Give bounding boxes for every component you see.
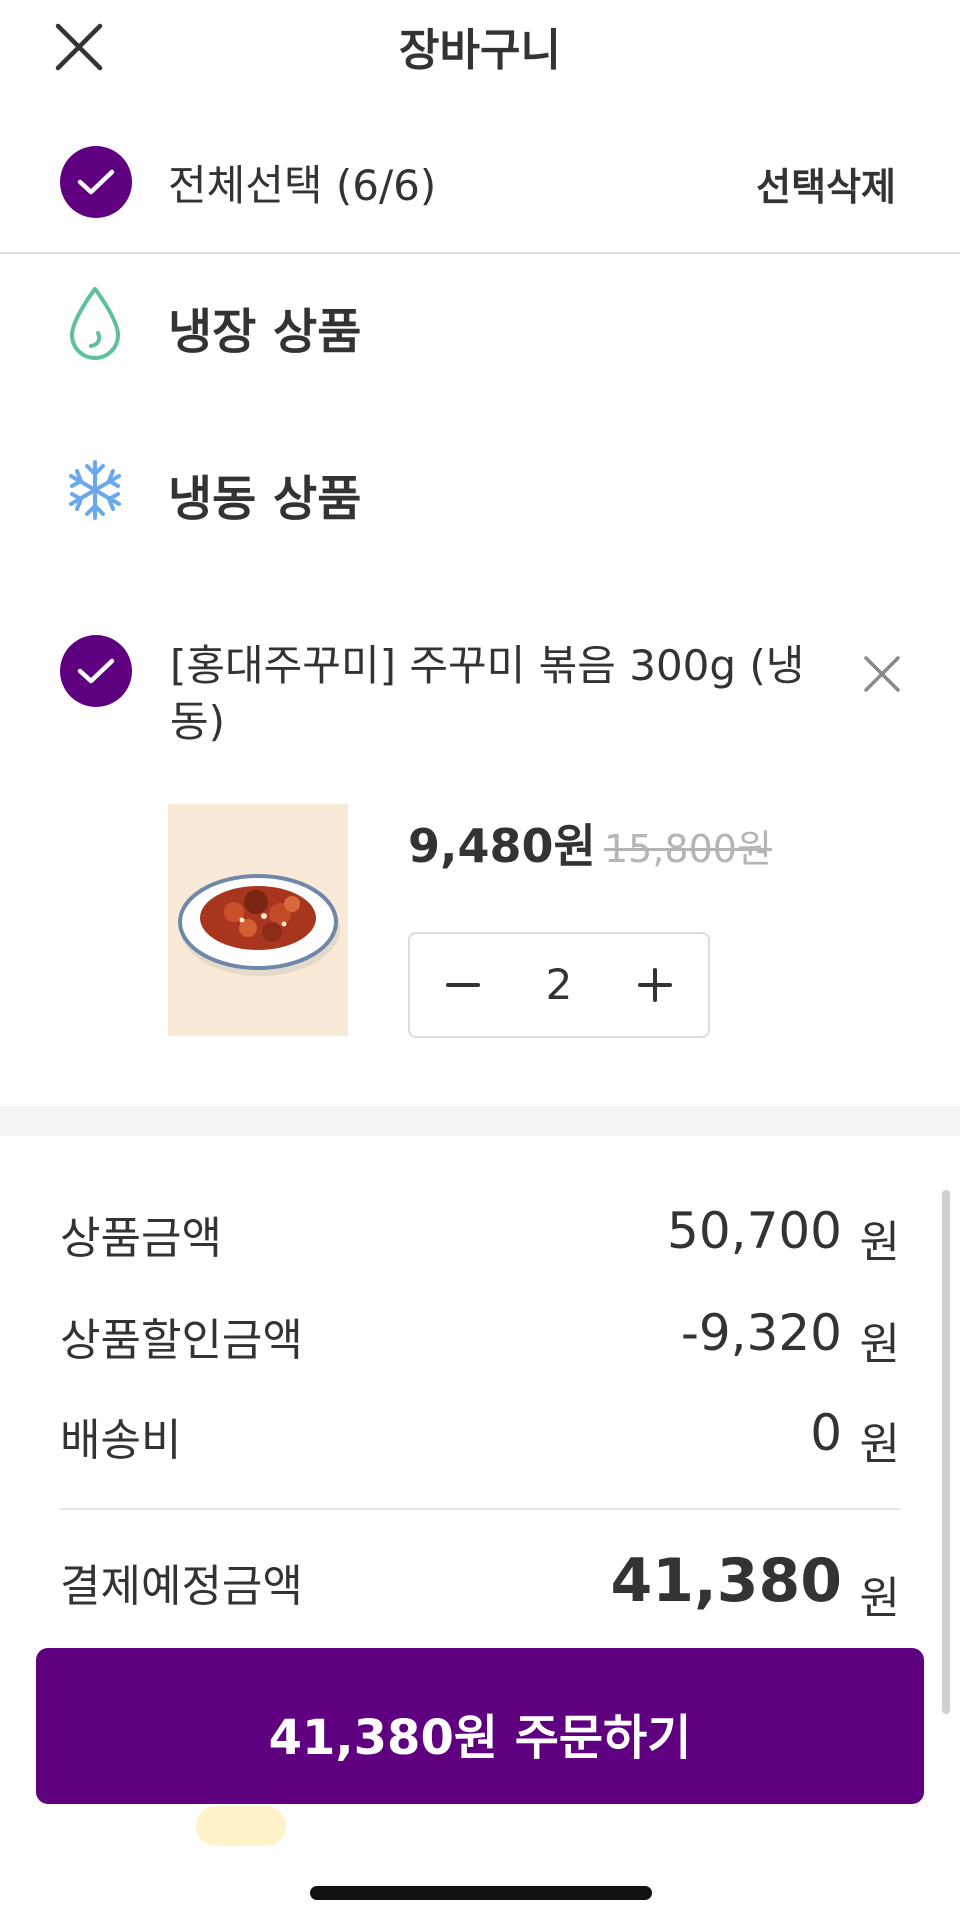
summary-total: 결제예정금액 41,380 원 bbox=[60, 1546, 900, 1624]
cart-page: 장바구니 전체선택 (6/6) 선택삭제 냉장 상품 냉동 상품 [홍대주꾸미]… bbox=[0, 0, 960, 1928]
select-all-label: 전체선택 (6/6) bbox=[168, 161, 437, 210]
item-name: [홍대주꾸미] 주꾸미 볶음 300g (냉동) bbox=[170, 641, 805, 746]
check-icon bbox=[77, 658, 115, 684]
select-all-row: 전체선택 (6/6) 선택삭제 bbox=[0, 130, 960, 235]
item-thumbnail[interactable] bbox=[168, 804, 348, 1036]
section-separator bbox=[0, 1106, 960, 1136]
page-title: 장바구니 bbox=[399, 25, 561, 76]
currency-unit: 원 bbox=[859, 1319, 900, 1370]
currency-unit: 원 bbox=[859, 1419, 900, 1470]
check-icon bbox=[77, 169, 115, 195]
delete-selected-button[interactable]: 선택삭제 bbox=[756, 156, 896, 211]
section-title-refrigerated: 냉장 상품 bbox=[168, 304, 362, 360]
select-all-checkbox[interactable] bbox=[60, 146, 132, 218]
shipping-label: 배송비 bbox=[60, 1415, 182, 1466]
total-value: 41,380 bbox=[610, 1546, 842, 1616]
section-frozen: 냉동 상품 bbox=[0, 445, 960, 535]
subtotal-value: 50,700 bbox=[667, 1202, 842, 1260]
snowflake-icon bbox=[60, 450, 130, 530]
plus-icon[interactable] bbox=[632, 962, 678, 1008]
item-original-price: 15,800원 bbox=[604, 827, 772, 871]
cart-item: [홍대주꾸미] 주꾸미 볶음 300g (냉동) 9,480원 15,800원 … bbox=[0, 620, 960, 1060]
discount-label: 상품할인금액 bbox=[60, 1315, 303, 1366]
order-button[interactable]: 41,380원 주문하기 bbox=[36, 1648, 924, 1804]
divider bbox=[60, 1508, 900, 1510]
home-indicator bbox=[310, 1886, 652, 1900]
summary-subtotal: 상품금액 50,700 원 bbox=[60, 1202, 900, 1268]
water-drop-icon bbox=[60, 283, 130, 363]
header: 장바구니 bbox=[0, 0, 960, 95]
section-title-frozen: 냉동 상품 bbox=[168, 471, 362, 527]
points-badge bbox=[196, 1806, 286, 1846]
order-button-label: 41,380원 주문하기 bbox=[268, 1710, 692, 1766]
item-checkbox[interactable] bbox=[60, 635, 132, 707]
remove-item-icon[interactable] bbox=[858, 650, 906, 698]
total-label: 결제예정금액 bbox=[60, 1561, 303, 1612]
quantity-stepper: 2 bbox=[408, 932, 710, 1038]
scrollbar[interactable] bbox=[942, 1190, 950, 1714]
summary-discount: 상품할인금액 -9,320 원 bbox=[60, 1304, 900, 1370]
shipping-value: 0 bbox=[810, 1404, 842, 1462]
section-refrigerated: 냉장 상품 bbox=[0, 278, 960, 368]
item-price: 9,480원 bbox=[408, 819, 596, 873]
discount-value: -9,320 bbox=[680, 1304, 842, 1362]
divider bbox=[0, 252, 960, 254]
currency-unit: 원 bbox=[859, 1217, 900, 1268]
subtotal-label: 상품금액 bbox=[60, 1213, 222, 1264]
summary-shipping: 배송비 0 원 bbox=[60, 1404, 900, 1470]
currency-unit: 원 bbox=[859, 1573, 900, 1624]
